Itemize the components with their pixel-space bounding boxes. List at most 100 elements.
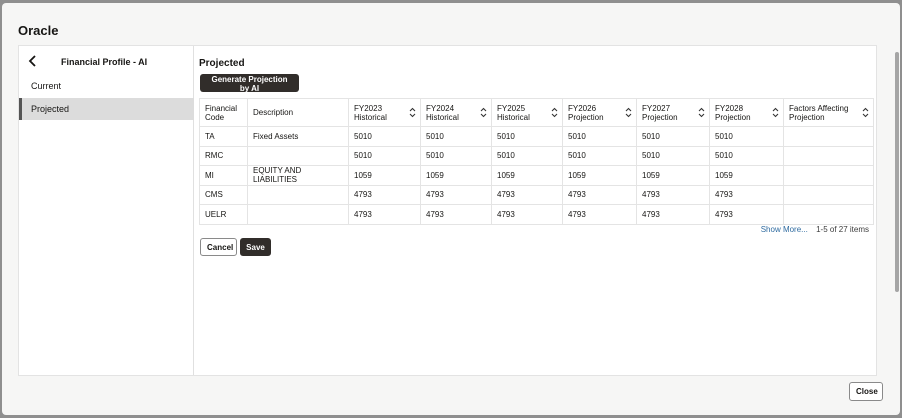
column-header-sublabel: Projection — [715, 112, 751, 122]
table-cell — [783, 145, 874, 166]
cancel-button[interactable]: Cancel — [200, 238, 237, 256]
column-header-sublabel: Projection — [642, 112, 678, 122]
table-cell: 5010 — [562, 126, 637, 147]
column-header-sublabel: Code — [205, 112, 225, 122]
column-header: Financial Code — [199, 98, 248, 127]
nav-title: Financial Profile - AI — [61, 57, 148, 67]
table-cell: CMS — [199, 184, 248, 205]
column-header[interactable]: FY2025 Historical — [491, 98, 563, 127]
table-cell: 4793 — [491, 184, 563, 205]
column-header-sublabel: Historical — [497, 112, 530, 122]
chevron-left-icon[interactable] — [27, 55, 39, 67]
projection-table: Financial Code Description FY2023 Historical… — [199, 98, 874, 225]
table-cell — [247, 184, 349, 205]
table-cell: 1059 — [636, 165, 710, 186]
table-cell: 4793 — [348, 204, 421, 225]
column-header-label: Description — [253, 108, 294, 117]
table-cell: Fixed Assets — [247, 126, 349, 147]
column-header[interactable]: FY2027 Projection — [636, 98, 710, 127]
column-header-label: Factors Affecting — [789, 103, 849, 113]
sort-icon[interactable] — [862, 107, 869, 118]
column-header-label: FY2028 — [715, 103, 744, 113]
table-cell: 5010 — [420, 126, 492, 147]
page-scrollbar[interactable] — [894, 44, 900, 296]
table-row[interactable]: TA Fixed Assets 5010 5010 5010 5010 5010 5010 — [199, 126, 874, 147]
table-cell — [783, 126, 874, 147]
column-header-label: FY2027 — [642, 103, 671, 113]
section-title: Projected — [199, 58, 245, 69]
table-cell: 5010 — [636, 145, 710, 166]
table-header-row: Financial Code Description FY2023 Historical… — [199, 98, 874, 127]
side-nav: Financial Profile - AI Current Projected — [19, 46, 194, 375]
table-cell — [247, 204, 349, 225]
table-cell: 5010 — [491, 126, 563, 147]
table-cell: 4793 — [491, 204, 563, 225]
table-cell: 5010 — [491, 145, 563, 166]
column-header-sublabel: Historical — [426, 112, 459, 122]
generate-projection-button[interactable]: Generate Projection by AI — [200, 74, 299, 93]
column-header-label: FY2024 — [426, 103, 455, 113]
column-header-label: FY2026 — [568, 103, 597, 113]
table-cell: 4793 — [709, 184, 784, 205]
table-cell — [783, 184, 874, 205]
column-header[interactable]: Factors Affecting Projection — [783, 98, 874, 127]
close-button[interactable]: Close — [849, 382, 883, 401]
nav-item-projected[interactable]: Projected — [19, 98, 194, 120]
nav-item-current[interactable]: Current — [19, 75, 194, 97]
sort-icon[interactable] — [772, 107, 779, 118]
column-header-label: FY2023 — [354, 103, 383, 113]
dialog-title: Oracle — [18, 23, 59, 38]
main-panel: Projected Generate Projection by AI Fina… — [199, 46, 875, 375]
column-header[interactable]: FY2023 Historical — [348, 98, 421, 127]
table-cell — [783, 165, 874, 186]
table-cell — [783, 204, 874, 225]
column-header-sublabel: Projection — [568, 112, 604, 122]
column-header[interactable]: FY2028 Projection — [709, 98, 784, 127]
column-header-sublabel: Historical — [354, 112, 387, 122]
nav-header: Financial Profile - AI — [19, 46, 194, 76]
column-header[interactable]: FY2026 Projection — [562, 98, 637, 127]
save-button[interactable]: Save — [240, 238, 271, 256]
table-cell: 4793 — [709, 204, 784, 225]
table-cell: 4793 — [420, 184, 492, 205]
table-cell: 4793 — [562, 204, 637, 225]
column-header-sublabel: Projection — [789, 112, 825, 122]
content-frame: Financial Profile - AI Current Projected… — [18, 45, 877, 376]
table-cell: 5010 — [709, 145, 784, 166]
sort-icon[interactable] — [480, 107, 487, 118]
table-cell: 4793 — [562, 184, 637, 205]
sort-icon[interactable] — [625, 107, 632, 118]
table-row[interactable]: CMS 4793 4793 4793 4793 4793 4793 — [199, 184, 874, 205]
table-cell: RMC — [199, 145, 248, 166]
pagination-text: 1-5 of 27 items — [816, 225, 869, 234]
table-cell: EQUITY AND LIABILITIES — [247, 165, 349, 186]
table-cell: UELR — [199, 204, 248, 225]
table-cell: 5010 — [348, 145, 421, 166]
table-cell — [247, 145, 349, 166]
table-row[interactable]: RMC 5010 5010 5010 5010 5010 5010 — [199, 145, 874, 166]
scrollbar-thumb[interactable] — [895, 52, 899, 292]
table-cell: 5010 — [420, 145, 492, 166]
table-cell: 4793 — [636, 184, 710, 205]
column-header[interactable]: FY2024 Historical — [420, 98, 492, 127]
table-cell: 5010 — [562, 145, 637, 166]
column-header-label: Financial — [205, 103, 238, 113]
table-row[interactable]: MI EQUITY AND LIABILITIES 1059 1059 1059 1059… — [199, 165, 874, 186]
table-footer: Show More... 1-5 of 27 items — [761, 225, 869, 234]
sort-icon[interactable] — [409, 107, 416, 118]
table-cell: 5010 — [348, 126, 421, 147]
table-cell: 1059 — [348, 165, 421, 186]
table-row[interactable]: UELR 4793 4793 4793 4793 4793 4793 — [199, 204, 874, 225]
table-cell: 4793 — [348, 184, 421, 205]
table-cell: 4793 — [420, 204, 492, 225]
show-more-link[interactable]: Show More... — [761, 225, 808, 234]
table-cell: MI — [199, 165, 248, 186]
sort-icon[interactable] — [551, 107, 558, 118]
table-cell: 5010 — [636, 126, 710, 147]
table-cell: 5010 — [709, 126, 784, 147]
sort-icon[interactable] — [698, 107, 705, 118]
table-cell: 1059 — [420, 165, 492, 186]
column-header-label: FY2025 — [497, 103, 526, 113]
dialog: Oracle Financial Profile - AI Current Pr… — [2, 3, 900, 415]
table-body: TA Fixed Assets 5010 5010 5010 5010 5010 5010 RM… — [199, 126, 874, 225]
